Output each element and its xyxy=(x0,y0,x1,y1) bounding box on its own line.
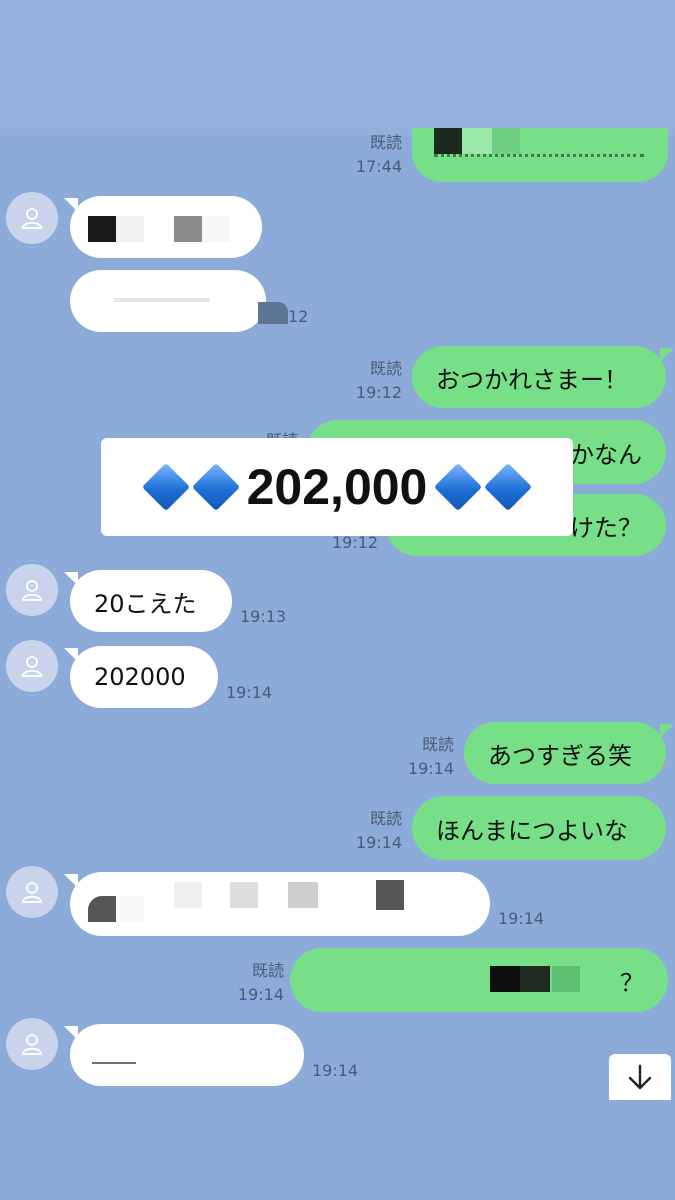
timestamp: 17:44 xyxy=(355,157,402,176)
outgoing-message-bubble[interactable]: ？ xyxy=(290,948,668,1012)
chat-area[interactable]: 既読 17:44 12 既読 19:12 おつかれさまー！ 既読 かなん 19:… xyxy=(0,0,675,1200)
message-text: ？ xyxy=(620,968,644,997)
censor-mosaic xyxy=(462,128,492,154)
censor-mosaic xyxy=(202,216,230,242)
incoming-message-bubble[interactable] xyxy=(70,1024,304,1086)
censor-mosaic xyxy=(492,128,520,154)
censored-text-fragment xyxy=(434,154,644,168)
censor-mosaic xyxy=(174,216,202,242)
timestamp: 12 xyxy=(288,307,309,326)
timestamp: 19:12 xyxy=(355,383,402,402)
read-receipt-group: 既読 19:14 xyxy=(232,960,284,1006)
message-text: かなん xyxy=(570,440,642,469)
avatar[interactable] xyxy=(6,640,58,692)
censor-mosaic xyxy=(258,302,288,324)
timestamp: 19:14 xyxy=(355,833,402,852)
censor-mosaic xyxy=(376,880,404,910)
amount-banner: 202,000 xyxy=(101,438,573,536)
censor-mosaic xyxy=(552,966,580,992)
avatar[interactable] xyxy=(6,192,58,244)
timestamp: 19:14 xyxy=(237,985,284,1004)
person-icon xyxy=(22,656,42,677)
blue-diamond-icon xyxy=(484,462,533,512)
person-icon xyxy=(22,882,42,903)
person-icon xyxy=(22,208,42,229)
blue-diamond-icon xyxy=(434,462,483,512)
outgoing-message-bubble[interactable]: ほんまにつよいな xyxy=(412,796,666,860)
read-label: 既読 xyxy=(369,809,402,828)
timestamp: 19:13 xyxy=(240,607,287,626)
read-receipt-group: 既読 19:14 xyxy=(402,734,454,780)
censor-mosaic xyxy=(288,882,318,908)
incoming-message-bubble[interactable] xyxy=(70,872,490,936)
avatar[interactable] xyxy=(6,866,58,918)
read-receipt-group: 既読 19:14 xyxy=(350,808,402,854)
timestamp: 19:14 xyxy=(407,759,454,778)
read-receipt-group: 既読 19:12 xyxy=(350,358,402,404)
bubble-tail xyxy=(660,724,674,738)
read-receipt-group: 既読 17:44 xyxy=(350,132,402,178)
censor-mosaic xyxy=(116,216,144,242)
avatar[interactable] xyxy=(6,564,58,616)
censored-text-fragment xyxy=(92,1052,136,1064)
incoming-message-bubble[interactable] xyxy=(70,196,262,258)
censor-mosaic xyxy=(88,896,116,922)
timestamp: 19:14 xyxy=(226,683,273,702)
read-label: 既読 xyxy=(251,961,284,980)
incoming-message-bubble[interactable]: 20こえた xyxy=(70,570,232,632)
person-icon xyxy=(22,580,42,601)
read-label: 既読 xyxy=(421,735,454,754)
censor-mosaic xyxy=(88,216,116,242)
incoming-message-bubble[interactable] xyxy=(70,270,266,332)
outgoing-message-bubble[interactable]: おつかれさまー！ xyxy=(412,346,666,408)
censor-mosaic xyxy=(116,896,144,922)
outgoing-message-bubble[interactable] xyxy=(412,128,668,182)
outgoing-message-bubble[interactable]: あつすぎる笑 xyxy=(464,722,666,784)
censor-mosaic xyxy=(434,128,462,154)
message-text: けた？ xyxy=(570,513,642,542)
censor-mosaic xyxy=(520,966,550,992)
censor-mosaic xyxy=(174,882,202,908)
incoming-message-bubble[interactable]: 202000 xyxy=(70,646,218,708)
bubble-tail xyxy=(660,348,674,362)
censor-mosaic xyxy=(230,882,258,908)
banner-amount: 202,000 xyxy=(246,459,428,515)
person-icon xyxy=(22,1034,42,1055)
avatar[interactable] xyxy=(6,1018,58,1070)
blue-diamond-icon xyxy=(191,462,240,512)
timestamp: 19:14 xyxy=(498,909,545,928)
timestamp: 19:14 xyxy=(312,1061,359,1080)
read-label: 既読 xyxy=(369,359,402,378)
scroll-to-bottom-button[interactable] xyxy=(609,1054,671,1100)
read-label: 既読 xyxy=(369,133,402,152)
arrow-down-icon xyxy=(628,1064,652,1090)
censor-mosaic xyxy=(490,966,520,992)
blue-diamond-icon xyxy=(141,462,190,512)
censored-text-fragment xyxy=(114,298,210,302)
